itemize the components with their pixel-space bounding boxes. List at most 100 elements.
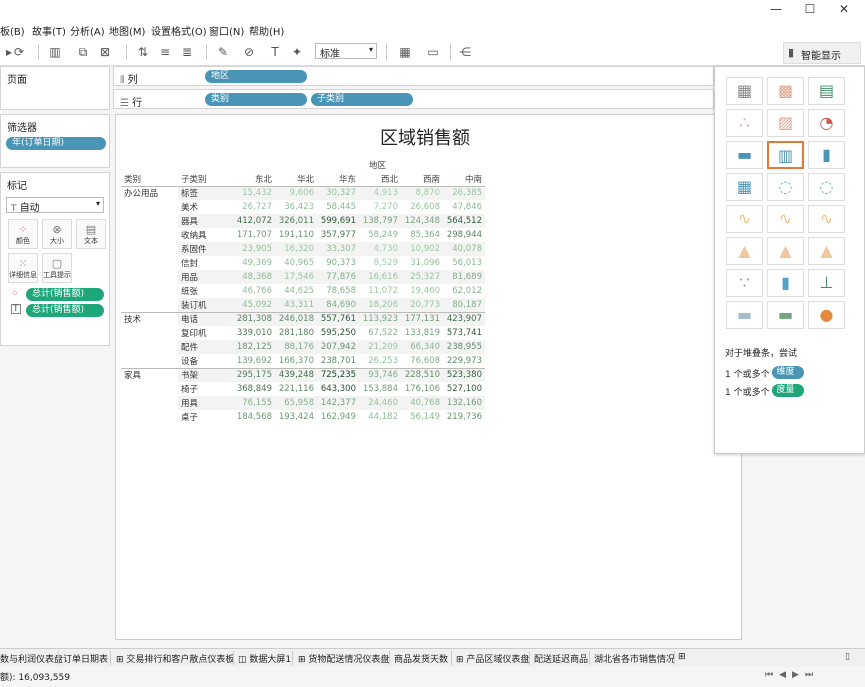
area-continuous-thumb[interactable]: ▲ <box>726 237 763 265</box>
sales-value-cell[interactable]: 595,250 <box>317 326 359 340</box>
menu-map[interactable]: 地图(M) <box>109 23 145 38</box>
sales-value-cell[interactable]: 326,011 <box>275 214 317 228</box>
sales-value-cell[interactable]: 184,568 <box>233 410 275 424</box>
tab-dashboard[interactable]: ⊞ 产品区域仪表盘 <box>456 652 529 665</box>
sales-value-cell[interactable]: 219,736 <box>443 410 485 424</box>
rows-pill-category[interactable]: 类别 <box>205 93 307 106</box>
sales-value-cell[interactable]: 139,692 <box>233 354 275 368</box>
sales-value-cell[interactable]: 44,625 <box>275 284 317 298</box>
swap-icon[interactable]: ⇅ <box>134 44 152 60</box>
filled-map-thumb[interactable]: ▨ <box>767 109 804 137</box>
sales-value-cell[interactable]: 281,308 <box>233 311 275 326</box>
tab-dashboard[interactable]: ⊞ 货物配送情况仪表盘 <box>298 652 389 665</box>
sales-value-cell[interactable]: 238,955 <box>443 340 485 354</box>
sales-value-cell[interactable]: 76,155 <box>233 396 275 410</box>
sales-value-cell[interactable]: 207,942 <box>317 340 359 354</box>
sales-value-cell[interactable]: 132,160 <box>443 396 485 410</box>
show-cards-icon[interactable]: ▦ <box>396 44 414 60</box>
subcategory-cell[interactable]: 设备 <box>178 354 233 368</box>
sales-value-cell[interactable]: 25,327 <box>401 270 443 284</box>
presentation-icon[interactable]: ▭ <box>424 44 442 60</box>
scatter-plot-thumb[interactable]: ∵ <box>726 269 763 297</box>
sales-value-cell[interactable]: 56,013 <box>443 256 485 270</box>
pin-icon[interactable]: ✦ <box>288 44 306 60</box>
sales-value-cell[interactable]: 23,905 <box>233 242 275 256</box>
size-button[interactable]: ⊗ 大小 <box>42 219 72 249</box>
sales-value-cell[interactable]: 8,529 <box>359 256 401 270</box>
subcategory-cell[interactable]: 装订机 <box>178 298 233 312</box>
sales-value-cell[interactable]: 153,884 <box>359 382 401 396</box>
subcategory-cell[interactable]: 复印机 <box>178 326 233 340</box>
sales-value-cell[interactable]: 76,608 <box>401 354 443 368</box>
color-button[interactable]: ⁘ 颜色 <box>8 219 38 249</box>
side-by-side-circles-thumb[interactable]: ◌ <box>808 173 845 201</box>
subcategory-cell[interactable]: 书架 <box>178 367 233 382</box>
sales-value-cell[interactable]: 10,902 <box>401 242 443 256</box>
box-whisker-thumb[interactable]: ⊥ <box>808 269 845 297</box>
sales-value-cell[interactable]: 18,206 <box>359 298 401 312</box>
menu-story[interactable]: 故事(T) <box>32 23 66 38</box>
sales-value-cell[interactable]: 66,340 <box>401 340 443 354</box>
smart-show-button[interactable]: ▮ 智能显示 <box>783 42 861 64</box>
sales-value-cell[interactable]: 221,116 <box>275 382 317 396</box>
sales-value-cell[interactable]: 36,423 <box>275 200 317 214</box>
sales-value-cell[interactable]: 725,235 <box>317 367 359 382</box>
sales-value-cell[interactable]: 228,510 <box>401 367 443 382</box>
sales-value-cell[interactable]: 191,110 <box>275 228 317 242</box>
sales-value-cell[interactable]: 45,092 <box>233 298 275 312</box>
sales-value-cell[interactable]: 439,248 <box>275 367 317 382</box>
sort-descending-icon[interactable]: ≣ <box>178 44 196 60</box>
sales-value-cell[interactable]: 11,072 <box>359 284 401 298</box>
subcategory-cell[interactable]: 系固件 <box>178 242 233 256</box>
sales-value-cell[interactable]: 298,944 <box>443 228 485 242</box>
sales-value-cell[interactable]: 58,249 <box>359 228 401 242</box>
sales-value-cell[interactable]: 339,010 <box>233 326 275 340</box>
sales-value-cell[interactable]: 368,849 <box>233 382 275 396</box>
sales-value-cell[interactable]: 20,773 <box>401 298 443 312</box>
sales-value-cell[interactable]: 142,377 <box>317 396 359 410</box>
sales-value-cell[interactable]: 47,846 <box>443 200 485 214</box>
histogram-thumb[interactable]: ▮ <box>767 269 804 297</box>
subcategory-cell[interactable]: 收纳具 <box>178 228 233 242</box>
bullet-graph-thumb[interactable]: ▬ <box>767 301 804 329</box>
menu-help[interactable]: 帮助(H) <box>249 23 284 38</box>
tab-sheet[interactable]: 数与利润仪表盘 <box>0 652 63 665</box>
sales-value-cell[interactable]: 16,616 <box>359 270 401 284</box>
line-continuous-thumb[interactable]: ∿ <box>726 205 763 233</box>
sales-value-cell[interactable]: 33,307 <box>317 242 359 256</box>
detail-button[interactable]: ⁙ 详细信息 <box>8 253 38 283</box>
sales-value-cell[interactable]: 412,072 <box>233 214 275 228</box>
sales-value-cell[interactable]: 113,923 <box>359 311 401 326</box>
menu-window[interactable]: 窗口(N) <box>209 23 244 38</box>
category-cell[interactable]: 家具 <box>121 367 178 424</box>
sales-value-cell[interactable]: 77,876 <box>317 270 359 284</box>
tab-sheet[interactable]: 商品发货天数 <box>394 652 448 665</box>
menu-format[interactable]: 设置格式(O) <box>151 23 207 38</box>
duplicate-icon[interactable]: ⧉ <box>74 44 92 60</box>
clear-sheet-icon[interactable]: ⊠ <box>96 44 114 60</box>
side-by-side-bars-thumb[interactable]: ▮ <box>808 141 845 169</box>
tab-sheet[interactable]: 湖北省各市销售情况 <box>594 652 675 665</box>
sales-value-cell[interactable]: 162,949 <box>317 410 359 424</box>
subcategory-cell[interactable]: 纸张 <box>178 284 233 298</box>
group-icon[interactable]: ⊘ <box>240 44 258 60</box>
subcategory-cell[interactable]: 椅子 <box>178 382 233 396</box>
sales-value-cell[interactable]: 557,761 <box>317 311 359 326</box>
symbol-map-thumb[interactable]: ∴ <box>726 109 763 137</box>
sales-value-cell[interactable]: 40,965 <box>275 256 317 270</box>
sales-value-cell[interactable]: 523,380 <box>443 367 485 382</box>
treemap-thumb[interactable]: ▦ <box>726 173 763 201</box>
line-discrete-thumb[interactable]: ∿ <box>767 205 804 233</box>
sales-value-cell[interactable]: 81,689 <box>443 270 485 284</box>
tooltip-button[interactable]: ▢ 工具提示 <box>42 253 72 283</box>
tab-dashboard[interactable]: ⊞ <box>678 652 688 662</box>
color-sum-sales-pill[interactable]: 总计(销售额) <box>26 288 104 301</box>
tab-story[interactable]: ◫ 数据大屏1 <box>238 652 291 665</box>
sales-value-cell[interactable]: 573,741 <box>443 326 485 340</box>
sales-value-cell[interactable]: 46,766 <box>233 284 275 298</box>
new-worksheet-icon[interactable]: ▥ <box>46 44 64 60</box>
sales-value-cell[interactable]: 85,364 <box>401 228 443 242</box>
heat-map-thumb[interactable]: ▩ <box>767 77 804 105</box>
category-cell[interactable]: 技术 <box>121 311 178 368</box>
circle-views-thumb[interactable]: ◌ <box>767 173 804 201</box>
